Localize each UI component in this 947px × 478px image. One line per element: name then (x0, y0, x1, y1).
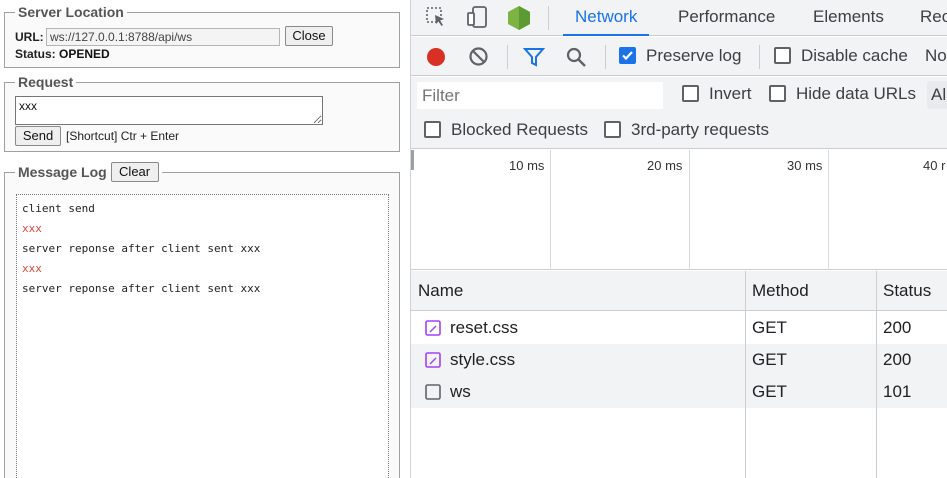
css-file-icon (425, 352, 441, 368)
timeline-gridline (828, 150, 829, 270)
inspect-element-icon[interactable] (425, 6, 447, 33)
request-method: GET (752, 318, 787, 337)
tabbar-divider (548, 6, 549, 30)
throttling-select[interactable]: No (925, 46, 947, 66)
invert-checkbox[interactable] (682, 85, 699, 102)
record-icon[interactable] (425, 46, 447, 73)
server-location-legend: Server Location (18, 4, 124, 20)
status-value: OPENED (59, 47, 110, 61)
timeline-start-marker (411, 150, 414, 170)
network-toolbar: Preserve log Disable cache No (411, 37, 947, 76)
close-button[interactable]: Close (285, 26, 333, 46)
message-log-output: client send xxx server reponse after cli… (16, 194, 389, 478)
url-input[interactable] (46, 28, 280, 46)
third-party-checkbox[interactable] (604, 121, 621, 138)
network-overview-timeline[interactable]: 10 ms 20 ms 30 ms 40 r (411, 150, 947, 270)
filter-icon[interactable] (522, 46, 546, 73)
timeline-gridline (689, 150, 690, 270)
request-legend: Request (18, 74, 74, 90)
status-line: Status: OPENED (15, 47, 110, 61)
hide-data-urls-checkbox[interactable] (769, 85, 786, 102)
disable-cache-checkbox[interactable] (774, 47, 791, 64)
log-line: client send (22, 202, 95, 215)
invert-label: Invert (709, 84, 752, 103)
send-button[interactable]: Send (15, 126, 61, 146)
device-toolbar-icon[interactable] (466, 5, 490, 34)
devtools-panel: Network Performance Elements Rec Preserv… (410, 0, 947, 478)
message-log-legend: Message Log Clear (15, 162, 162, 182)
tab-elements[interactable]: Elements (813, 0, 884, 36)
toolbar-divider (507, 45, 508, 69)
hide-data-urls-label: Hide data URLs (796, 84, 917, 103)
tab-network[interactable]: Network (563, 0, 650, 36)
nodejs-icon[interactable] (507, 5, 531, 36)
preserve-log-label: Preserve log (646, 46, 742, 65)
websocket-file-icon (425, 384, 441, 400)
filter-input[interactable] (417, 82, 663, 109)
tab-performance[interactable]: Performance (678, 0, 775, 36)
network-filter-bar: Invert Hide data URLs Al Blocked Request… (411, 77, 947, 149)
blocked-requests-label: Blocked Requests (451, 120, 589, 139)
timeline-tick-label: 30 ms (787, 158, 823, 173)
log-line: xxx (22, 222, 42, 235)
third-party-label: 3rd-party requests (631, 120, 769, 139)
request-row-style-css[interactable]: style.css GET 200 (411, 344, 947, 376)
disable-cache-label: Disable cache (801, 46, 908, 65)
request-method: GET (752, 382, 787, 401)
timeline-gridline (550, 150, 551, 270)
toolbar-divider (759, 45, 760, 69)
request-status: 101 (883, 382, 912, 401)
network-requests-table: Name Method Status reset.css GET 200 sty… (411, 271, 947, 478)
column-divider[interactable] (745, 271, 746, 478)
toolbar-divider (605, 45, 606, 69)
preserve-log-checkbox[interactable] (619, 47, 636, 64)
column-divider[interactable] (876, 271, 877, 478)
status-label: Status: (15, 47, 56, 61)
log-line: server reponse after client sent xxx (22, 282, 261, 295)
request-row-reset-css[interactable]: reset.css GET 200 (411, 312, 947, 344)
request-row-ws[interactable]: ws GET 101 (411, 376, 947, 408)
shortcut-hint: [Shortcut] Ctr + Enter (66, 129, 180, 143)
request-name: style.css (450, 350, 516, 369)
devtools-tabbar: Network Performance Elements Rec (411, 0, 947, 36)
request-status: 200 (883, 350, 912, 369)
blocked-requests-checkbox[interactable] (424, 121, 441, 138)
timeline-tick-label: 40 r (923, 158, 946, 173)
tab-recorder[interactable]: Rec (920, 0, 947, 36)
log-line: xxx (22, 262, 42, 275)
request-name: ws (450, 382, 471, 401)
request-name: reset.css (450, 318, 519, 337)
websocket-client-app: Server Location URL: Close Status: OPENE… (0, 0, 410, 478)
resource-type-all-chip[interactable]: Al (927, 81, 947, 109)
request-textarea[interactable]: xxx (15, 96, 323, 125)
request-method: GET (752, 350, 787, 369)
table-header: Name Method Status (411, 271, 947, 311)
request-status: 200 (883, 318, 912, 337)
timeline-tick-label: 20 ms (647, 158, 683, 173)
css-file-icon (425, 320, 441, 336)
url-label: URL: (15, 30, 44, 44)
clear-button[interactable]: Clear (110, 162, 159, 182)
clear-log-icon[interactable] (468, 46, 489, 72)
search-icon[interactable] (565, 46, 587, 73)
column-header-name[interactable]: Name (411, 271, 463, 311)
log-line: server reponse after client sent xxx (22, 242, 261, 255)
timeline-tick-label: 10 ms (509, 158, 545, 173)
column-header-status[interactable]: Status (876, 271, 931, 311)
column-header-method[interactable]: Method (745, 271, 809, 311)
